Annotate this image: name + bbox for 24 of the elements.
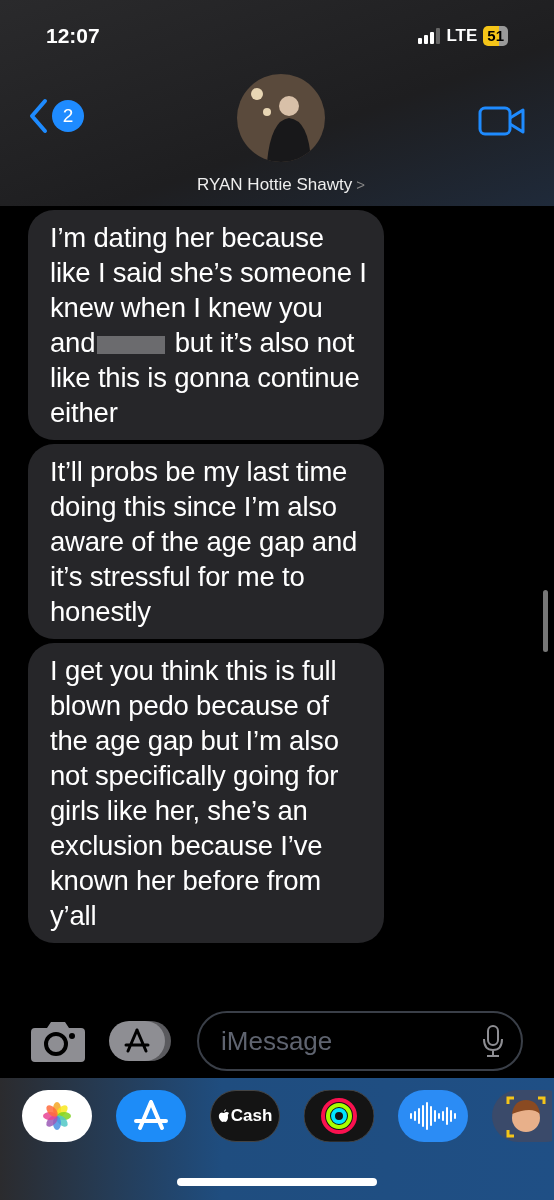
microphone-icon[interactable] <box>483 1025 503 1057</box>
battery-indicator: 51 <box>483 26 508 46</box>
video-call-icon[interactable] <box>478 106 526 136</box>
contact-name[interactable]: RYAN Hottie Shawty <box>196 172 353 198</box>
apps-icon[interactable] <box>109 1020 173 1062</box>
scroll-indicator <box>543 590 548 652</box>
chevron-text: > <box>356 174 365 195</box>
status-time: 12:07 <box>46 23 100 50</box>
message-bubble: I’m dating her because like I said she’s someone I knew when I knew you and but it’s also not like this is gonna continue either <box>28 210 384 440</box>
message-input[interactable]: iMessage <box>197 1011 523 1071</box>
message-bubble: I get you think this is full blown pedo because of the age gap but I’m also not specifically going for girls like her, she’s an exclusion because I’ve known her before from y’all <box>28 643 384 943</box>
memoji-icon[interactable] <box>492 1090 552 1142</box>
signal-icon <box>418 28 441 44</box>
camera-icon[interactable] <box>31 1020 85 1062</box>
app-store-icon[interactable] <box>116 1090 186 1142</box>
apple-logo-icon <box>217 1109 230 1123</box>
message-bubble: It’ll probs be my last time doing this since I’m also aware of the age gap and it’s stressful for me to honestly <box>28 444 384 639</box>
cash-app-button[interactable]: Cash <box>210 1090 280 1142</box>
unread-badge: 2 <box>52 100 84 132</box>
back-chevron-icon <box>28 98 48 134</box>
photos-app-icon[interactable] <box>22 1090 92 1142</box>
activity-rings-icon[interactable] <box>304 1090 374 1142</box>
audio-message-icon[interactable] <box>398 1090 468 1142</box>
network-label: LTE <box>446 25 478 48</box>
